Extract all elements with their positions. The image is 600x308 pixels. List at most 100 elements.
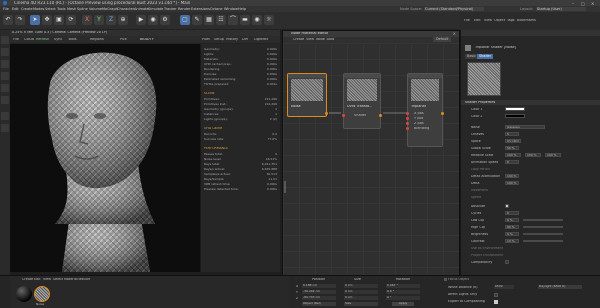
node-canvas[interactable]: Noise UVW Transfo... Shader Triplanar X … bbox=[283, 43, 459, 275]
white-balance-preset-dropdown[interactable]: Daylight (6500 K) bbox=[538, 285, 582, 289]
delta-field[interactable]: 100 % bbox=[505, 181, 519, 185]
high-clip-field[interactable]: 60 % bbox=[505, 225, 519, 229]
contrast-field[interactable]: 13 % bbox=[505, 239, 519, 243]
relative-scale-z-field[interactable]: 100 % bbox=[545, 153, 561, 157]
coord-z-rotation[interactable]: 0 ° bbox=[386, 296, 420, 300]
pen-icon[interactable]: ✎ bbox=[192, 15, 202, 25]
cube-icon[interactable]: ▢ bbox=[180, 15, 190, 25]
input-port[interactable] bbox=[406, 112, 409, 115]
output-port[interactable] bbox=[441, 112, 444, 115]
lv-menu-file[interactable]: File bbox=[13, 38, 19, 42]
scene-menu-object[interactable]: Object bbox=[494, 19, 505, 22]
edit-render-settings-icon[interactable]: ⚙ bbox=[160, 15, 170, 25]
menu-item-help[interactable]: Help bbox=[238, 7, 246, 11]
menu-item-octane[interactable]: Octane bbox=[210, 7, 223, 11]
coord-z-size[interactable]: 0 cm bbox=[344, 296, 378, 300]
octaves-field[interactable]: 5 bbox=[505, 132, 519, 136]
workplane-icon[interactable] bbox=[1, 124, 9, 132]
mat-menu-create[interactable]: Create bbox=[22, 278, 33, 281]
lv-refresh-button[interactable]: Refresh bbox=[36, 38, 49, 42]
undo-icon[interactable]: ↶ bbox=[3, 15, 13, 25]
coord-y-size[interactable]: 0 cm bbox=[344, 290, 378, 294]
menu-item-animate[interactable]: Animate bbox=[134, 7, 149, 11]
camera-icon[interactable]: ◉ bbox=[252, 15, 262, 25]
color2-swatch[interactable] bbox=[505, 114, 525, 118]
info-tab-history[interactable]: History bbox=[226, 38, 238, 41]
material-ball-noise[interactable] bbox=[34, 286, 50, 302]
low-clip-field[interactable]: 0 % bbox=[505, 218, 519, 222]
info-tab-lightmix[interactable]: LightMix bbox=[254, 38, 268, 41]
coord-y-rotation[interactable]: 0.6 ° bbox=[386, 290, 420, 294]
input-port[interactable] bbox=[406, 127, 409, 130]
mat-menu-edit[interactable]: Edit bbox=[34, 278, 41, 281]
menu-item-spline[interactable]: Spline bbox=[77, 7, 88, 11]
scene-menu-view[interactable]: View bbox=[484, 19, 492, 22]
render-view-icon[interactable]: ▶ bbox=[136, 15, 146, 25]
points-mode-icon[interactable] bbox=[1, 60, 9, 68]
menu-item-select[interactable]: Select bbox=[45, 7, 56, 11]
close-icon[interactable]: × bbox=[591, 1, 597, 6]
input-port[interactable] bbox=[342, 114, 345, 117]
input-port[interactable] bbox=[406, 122, 409, 125]
menu-item-tracker[interactable]: Tracker bbox=[164, 7, 177, 11]
cycles-field[interactable]: 0 bbox=[505, 211, 519, 215]
ne-menu-tools[interactable]: Tools bbox=[326, 38, 334, 41]
scene-menu-bookmarks[interactable]: Bookmarks bbox=[517, 19, 536, 22]
info-tab-setup[interactable]: Setup bbox=[214, 38, 224, 41]
menu-item-character[interactable]: Character bbox=[117, 7, 134, 11]
ne-menu-node[interactable]: Node bbox=[316, 38, 325, 41]
triplanar-node[interactable]: Triplanar X pos Y pos Z pos Blending bbox=[406, 73, 444, 147]
floor-icon[interactable]: ▬ bbox=[240, 15, 250, 25]
live-selection-icon[interactable]: ➤ bbox=[30, 15, 40, 25]
coordinate-system-icon[interactable]: ⊕ bbox=[118, 15, 128, 25]
color1-swatch[interactable] bbox=[505, 107, 525, 111]
lv-pick-button[interactable]: Pick bbox=[120, 38, 127, 42]
node-space-dropdown[interactable]: Current (Standard/Physical) bbox=[424, 7, 484, 11]
scene-menu-edit[interactable]: Edit bbox=[474, 19, 481, 22]
menu-item-window[interactable]: Window bbox=[224, 7, 238, 11]
input-port[interactable] bbox=[406, 117, 409, 120]
contrast-slider[interactable] bbox=[523, 240, 563, 242]
apply-button[interactable]: Apply bbox=[392, 302, 414, 306]
mat-menu-select[interactable]: Select bbox=[53, 278, 63, 281]
low-clip-slider[interactable] bbox=[523, 219, 563, 221]
bend-icon[interactable]: ⌒ bbox=[228, 15, 238, 25]
focus-object-checkbox[interactable] bbox=[444, 278, 447, 281]
light-icon[interactable]: ☼ bbox=[264, 15, 274, 25]
array-icon[interactable]: ☷ bbox=[216, 15, 226, 25]
ne-default-dropdown[interactable]: Default bbox=[433, 37, 452, 43]
lv-menu-cloud[interactable]: Cloud bbox=[24, 38, 34, 42]
maximize-icon[interactable]: □ bbox=[581, 1, 587, 6]
layout-dropdown[interactable]: Startup (User) bbox=[536, 7, 586, 11]
rotate-icon[interactable]: ⟳ bbox=[66, 15, 76, 25]
lv-menu-tools[interactable]: Tools bbox=[68, 38, 77, 42]
output-port[interactable] bbox=[379, 114, 382, 117]
tab-shader[interactable]: Shader bbox=[477, 54, 494, 60]
edges-mode-icon[interactable] bbox=[1, 72, 9, 80]
menu-item-file[interactable]: File bbox=[3, 7, 9, 11]
coord-x-rotation[interactable]: 0.967 ° bbox=[386, 284, 420, 288]
model-mode-icon[interactable] bbox=[1, 36, 9, 44]
render-picture-icon[interactable]: ◉ bbox=[148, 15, 158, 25]
menu-item-tools[interactable]: Tools bbox=[57, 7, 66, 11]
detail-attenuation-field[interactable]: 100 % bbox=[505, 174, 519, 178]
coord-x-position[interactable]: 6.188 cm bbox=[302, 284, 336, 288]
menu-item-modes[interactable]: Modes bbox=[33, 7, 44, 11]
noise-type-dropdown[interactable]: Gaseous bbox=[505, 125, 545, 129]
polygons-mode-icon[interactable] bbox=[1, 84, 9, 92]
relative-scale-x-field[interactable]: 100 % bbox=[505, 153, 521, 157]
global-scale-field[interactable]: 50 % bbox=[505, 146, 519, 150]
move-icon[interactable]: ✥ bbox=[42, 15, 52, 25]
scene-menu-tags[interactable]: Tags bbox=[507, 19, 515, 22]
mat-menu-view[interactable]: View bbox=[43, 278, 51, 281]
absolute-checkbox[interactable] bbox=[505, 204, 509, 208]
space-dropdown[interactable]: UV (2D) bbox=[505, 139, 521, 143]
menu-item-mesh[interactable]: Mesh bbox=[67, 7, 76, 11]
animation-speed-field[interactable]: 0 bbox=[505, 160, 519, 164]
minimize-icon[interactable]: – bbox=[572, 1, 578, 6]
brightness-slider[interactable] bbox=[523, 233, 563, 235]
texture-mode-icon[interactable] bbox=[1, 48, 9, 56]
coord-x-size[interactable]: 0 cm bbox=[344, 284, 378, 288]
menu-item-edit[interactable]: Edit bbox=[12, 7, 19, 11]
menu-item-mograph[interactable]: MoGraph bbox=[102, 7, 118, 11]
